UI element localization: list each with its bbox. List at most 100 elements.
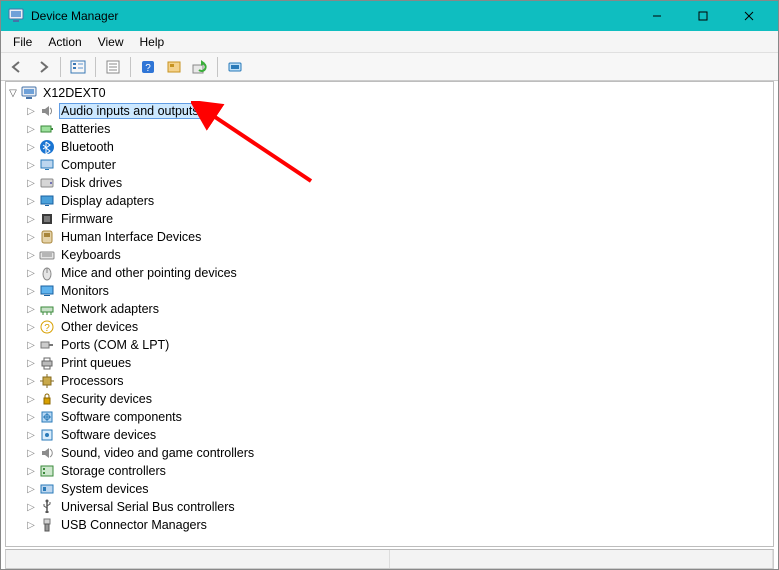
update-driver-icon[interactable] [188,56,212,78]
expand-icon[interactable] [24,482,38,496]
toolbar: ? [1,53,778,81]
expand-icon[interactable] [24,194,38,208]
maximize-button[interactable] [680,1,726,31]
expand-icon[interactable] [24,140,38,154]
security-icon [38,391,56,407]
sound-icon [38,445,56,461]
software-comp-icon [38,409,56,425]
menu-file[interactable]: File [5,33,40,51]
disable-icon[interactable] [162,56,186,78]
status-bar [5,549,774,569]
back-icon[interactable] [5,56,29,78]
expand-icon[interactable] [24,392,38,406]
properties-icon[interactable] [101,56,125,78]
tree-item-usb[interactable]: Universal Serial Bus controllers [6,498,773,516]
tree-item-label: Monitors [59,284,111,298]
tree-item-security[interactable]: Security devices [6,390,773,408]
svg-text:?: ? [145,63,151,74]
bluetooth-icon [38,139,56,155]
expand-icon[interactable] [24,374,38,388]
tree-item-label: Software components [59,410,184,424]
tree-item-software-dev[interactable]: Software devices [6,426,773,444]
expand-icon[interactable] [24,284,38,298]
computer-small-icon [38,157,56,173]
tree-item-label: Batteries [59,122,112,136]
tree-item-firmware[interactable]: Firmware [6,210,773,228]
tree-item-label: Keyboards [59,248,123,262]
expand-icon[interactable] [24,212,38,226]
tree-pane: X12DEXT0 Audio inputs and outputs Batterie… [5,81,774,547]
tree-item-processor[interactable]: Processors [6,372,773,390]
menu-bar: File Action View Help [1,31,778,53]
expand-icon[interactable] [24,230,38,244]
tree-item-system[interactable]: System devices [6,480,773,498]
tree-item-disk[interactable]: Disk drives [6,174,773,192]
expand-icon[interactable] [24,464,38,478]
expand-icon[interactable] [24,248,38,262]
expand-icon[interactable] [24,428,38,442]
toolbar-separator [130,57,131,77]
display-icon [38,193,56,209]
menu-view[interactable]: View [90,33,132,51]
tree-item-label: System devices [59,482,151,496]
expand-icon[interactable] [24,320,38,334]
tree-item-other[interactable]: ?Other devices [6,318,773,336]
expand-icon[interactable] [24,176,38,190]
tree-item-bluetooth[interactable]: Bluetooth [6,138,773,156]
tree-item-monitor[interactable]: Monitors [6,282,773,300]
tree-item-display[interactable]: Display adapters [6,192,773,210]
tree-item-sound[interactable]: Sound, video and game controllers [6,444,773,462]
tree-item-label: X12DEXT0 [41,86,108,100]
tree-item-label: Computer [59,158,118,172]
tree-item-label: Audio inputs and outputs [59,103,201,119]
tree-item-computer-small[interactable]: Computer [6,156,773,174]
expand-icon[interactable] [24,356,38,370]
tree-item-hid[interactable]: Human Interface Devices [6,228,773,246]
expand-icon[interactable] [24,500,38,514]
expand-icon[interactable] [24,446,38,460]
audio-icon [38,103,56,119]
scan-hardware-icon[interactable] [223,56,247,78]
toolbar-separator [217,57,218,77]
printer-icon [38,355,56,371]
processor-icon [38,373,56,389]
tree-root[interactable]: X12DEXT0 [6,84,773,102]
tree-item-storage[interactable]: Storage controllers [6,462,773,480]
forward-icon[interactable] [31,56,55,78]
expand-icon[interactable] [24,158,38,172]
tree-item-label: Print queues [59,356,133,370]
expand-icon[interactable] [24,338,38,352]
expand-icon[interactable] [24,266,38,280]
menu-help[interactable]: Help [132,33,173,51]
minimize-button[interactable] [634,1,680,31]
tree-item-audio[interactable]: Audio inputs and outputs [6,102,773,120]
hid-icon [38,229,56,245]
tree-item-usb-conn[interactable]: USB Connector Managers [6,516,773,534]
close-button[interactable] [726,1,772,31]
storage-icon [38,463,56,479]
disk-icon [38,175,56,191]
tree-item-ports[interactable]: Ports (COM & LPT) [6,336,773,354]
title-bar: Device Manager [1,1,778,31]
tree-item-mouse[interactable]: Mice and other pointing devices [6,264,773,282]
keyboard-icon [38,247,56,263]
menu-action[interactable]: Action [40,33,89,51]
tree-item-software-comp[interactable]: Software components [6,408,773,426]
help-icon[interactable]: ? [136,56,160,78]
device-tree[interactable]: X12DEXT0 Audio inputs and outputs Batterie… [6,82,773,546]
mouse-icon [38,265,56,281]
expand-icon[interactable] [24,518,38,532]
expand-icon[interactable] [24,104,38,118]
tree-view-icon[interactable] [66,56,90,78]
tree-item-label: Network adapters [59,302,161,316]
expand-icon[interactable] [6,86,20,100]
tree-item-label: Human Interface Devices [59,230,203,244]
expand-icon[interactable] [24,122,38,136]
tree-item-battery[interactable]: Batteries [6,120,773,138]
tree-item-keyboard[interactable]: Keyboards [6,246,773,264]
expand-icon[interactable] [24,410,38,424]
tree-item-network[interactable]: Network adapters [6,300,773,318]
usb-icon [38,499,56,515]
expand-icon[interactable] [24,302,38,316]
tree-item-printer[interactable]: Print queues [6,354,773,372]
